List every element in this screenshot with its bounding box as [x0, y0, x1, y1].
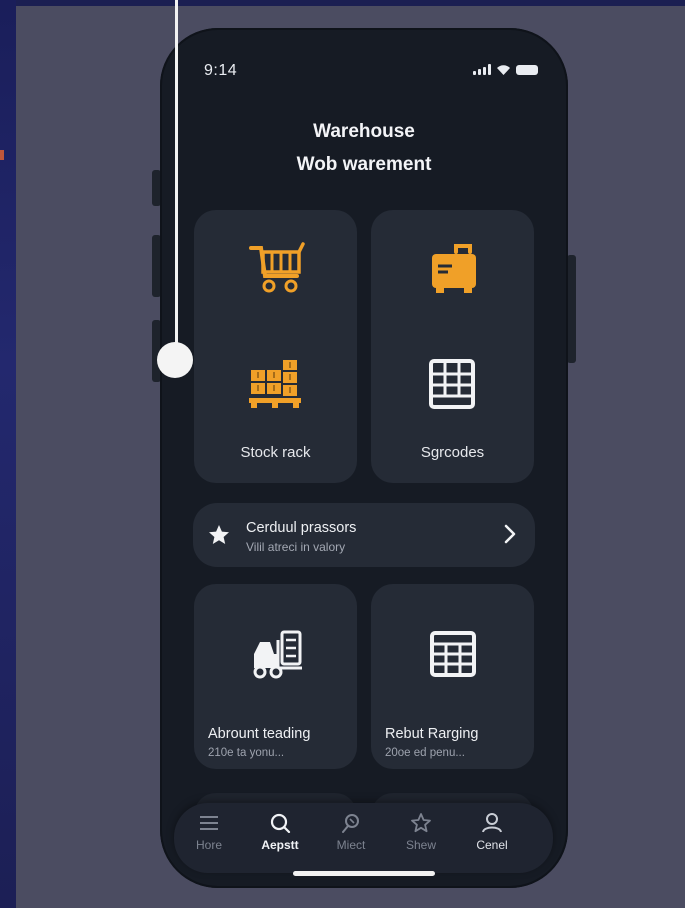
tab-label: Aepstt — [261, 838, 299, 852]
star-icon — [411, 813, 431, 833]
tab-miect[interactable]: Miect — [321, 813, 381, 852]
card-label: Sgrcodes — [420, 444, 485, 461]
promo-banner[interactable]: Cerduul prassors Vilil atreci in valory — [193, 503, 535, 567]
grid-panel-icon — [429, 630, 477, 683]
card-label: Stock rack — [240, 444, 311, 461]
grid-panel-icon — [428, 358, 478, 415]
battery-icon — [516, 64, 538, 75]
card-subtitle: 210e ta yonu... — [208, 747, 285, 759]
search-icon — [270, 813, 291, 833]
tab-label: Shew — [405, 838, 437, 852]
card-abrount-teading[interactable]: Abrount teading 210e ta yonu... — [194, 584, 357, 769]
home-indicator[interactable] — [293, 871, 435, 876]
background-top-strip — [0, 0, 685, 6]
star-icon — [207, 523, 231, 552]
tab-label: Hore — [195, 838, 222, 852]
card-rebut-rarging[interactable]: Rebut Rarging 20oe ed penu... — [371, 584, 534, 769]
card-subtitle: 20oe ed penu... — [385, 747, 465, 759]
cart-icon — [249, 242, 305, 299]
pallet-boxes-icon — [249, 358, 305, 415]
pointer-dot — [157, 342, 193, 378]
status-icons — [473, 64, 538, 75]
tab-search[interactable]: Aepstt — [250, 813, 310, 852]
background-left-strip — [0, 0, 16, 908]
card-title: Abrount teading — [208, 726, 311, 742]
promo-subtitle: Vilil atreci in valory — [246, 540, 346, 554]
page-title-line2: Wob warement — [296, 154, 432, 175]
tab-cenel[interactable]: Cenel — [462, 813, 522, 852]
generator-icon — [426, 242, 482, 299]
wifi-icon — [497, 65, 510, 75]
bottom-tab-bar: Hore Aepstt Miect Shew Cenel — [174, 803, 553, 873]
tab-label: Miect — [336, 838, 366, 852]
signal-icon — [473, 64, 491, 75]
promo-title: Cerduul prassors — [246, 520, 357, 536]
card-sgrcodes[interactable]: Sgrcodes — [371, 210, 534, 483]
side-button-right — [567, 255, 576, 363]
tab-home[interactable]: Hore — [179, 813, 239, 852]
pointer-line — [175, 0, 178, 350]
page-title-line1: Warehouse — [313, 121, 415, 142]
status-time: 9:14 — [204, 62, 238, 79]
chevron-right-icon — [503, 524, 517, 549]
phone-frame: 9:14 Warehouse Wob warement Stock rack S… — [160, 28, 568, 888]
user-icon — [482, 813, 502, 833]
card-title: Rebut Rarging — [385, 726, 479, 742]
menu-icon — [200, 816, 218, 830]
forklift-icon — [248, 628, 304, 685]
tab-label: Cenel — [476, 838, 508, 852]
pin-icon — [342, 814, 359, 833]
tab-shew[interactable]: Shew — [391, 813, 451, 852]
card-stock-rack[interactable]: Stock rack — [194, 210, 357, 483]
